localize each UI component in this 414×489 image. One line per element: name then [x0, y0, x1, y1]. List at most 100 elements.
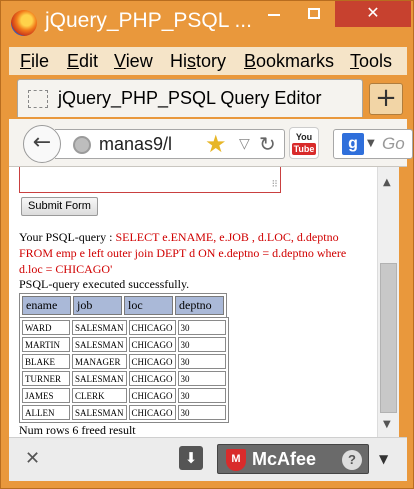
cell-ename: JAMES — [22, 388, 70, 403]
scroll-thumb[interactable] — [380, 263, 397, 413]
youtube-bottom-text: Tube — [292, 143, 316, 155]
search-bar[interactable]: g ▼ Go — [333, 129, 413, 159]
cell-job: CLERK — [72, 388, 127, 403]
num-rows-text: Num rows 6 freed result — [19, 423, 136, 437]
search-placeholder: Go — [382, 134, 405, 153]
url-text[interactable]: manas9/l — [99, 134, 172, 155]
table-row: ALLEN SALESMAN CHICAGO 30 — [22, 405, 226, 420]
cell-deptno: 30 — [177, 371, 226, 386]
header-loc: loc — [124, 296, 173, 315]
header-job: job — [73, 296, 122, 315]
cell-ename: ALLEN — [22, 405, 70, 420]
mcafee-label: McAfee — [252, 449, 317, 469]
cell-loc: CHICAGO — [128, 354, 176, 369]
mcafee-button[interactable]: M McAfee ? — [217, 444, 369, 474]
query-prefix: Your PSQL-query : — [19, 230, 116, 244]
table-row: WARD SALESMAN CHICAGO 30 — [22, 320, 226, 335]
menu-bookmarks[interactable]: Bookmarks — [244, 51, 334, 72]
cell-loc: CHICAGO — [128, 320, 176, 335]
query-textarea[interactable]: ⠿ — [19, 167, 281, 193]
addon-menu-arrow-icon[interactable]: ▼ — [379, 452, 388, 466]
addon-bar: ✕ ⬇ M McAfee ? ▼ — [9, 437, 407, 481]
bookmark-star-icon[interactable]: ★ — [205, 130, 227, 158]
menu-view[interactable]: View — [114, 51, 153, 72]
resize-grip-icon[interactable]: ⠿ — [271, 179, 278, 190]
cell-loc: CHICAGO — [128, 337, 176, 352]
help-icon[interactable]: ? — [342, 450, 362, 470]
menu-file-accel: F — [20, 51, 31, 71]
header-ename: ename — [22, 296, 71, 315]
submit-button[interactable]: Submit Form — [21, 197, 98, 216]
table-row: JAMES CLERK CHICAGO 30 — [22, 388, 226, 403]
cell-loc: CHICAGO — [128, 388, 176, 403]
google-icon[interactable]: g — [342, 133, 364, 155]
cell-job: SALESMAN — [72, 405, 127, 420]
url-bar[interactable]: manas9/l ★ ▽ ↻ — [55, 129, 285, 159]
back-arrow-icon: ← — [32, 130, 52, 155]
page-content: ⠿ Submit Form Your PSQL-query : SELECT e… — [9, 167, 377, 437]
reload-icon[interactable]: ↻ — [259, 132, 276, 156]
menu-tools-post: ools — [359, 51, 393, 71]
table-row: BLAKE MANAGER CHICAGO 30 — [22, 354, 226, 369]
vertical-scrollbar[interactable]: ▲ ▼ — [377, 167, 399, 437]
cell-job: SALESMAN — [72, 371, 127, 386]
close-addon-bar-icon[interactable]: ✕ — [25, 448, 40, 469]
exec-message: PSQL-query executed successfully. — [19, 277, 190, 291]
cell-deptno: 30 — [177, 320, 226, 335]
youtube-top-text: You — [295, 132, 313, 142]
menu-tools[interactable]: Tools — [350, 51, 392, 72]
menu-bookmarks-post: ookmarks — [256, 51, 335, 71]
cell-loc: CHICAGO — [128, 405, 176, 420]
menu-history-pre: Hi — [170, 51, 187, 71]
table-row: TURNER SALESMAN CHICAGO 30 — [22, 371, 226, 386]
search-engine-dropdown-icon[interactable]: ▼ — [367, 138, 375, 149]
tab-query-editor[interactable]: jQuery_PHP_PSQL Query Editor — [17, 79, 363, 117]
header-deptno: deptno — [175, 296, 224, 315]
globe-icon — [73, 136, 91, 154]
page-icon — [28, 90, 48, 108]
menu-file[interactable]: File — [20, 51, 49, 72]
browser-window: jQuery_PHP_PSQL ... ✕ File Edit View His… — [0, 0, 414, 489]
cell-ename: BLAKE — [22, 354, 70, 369]
tab-strip: jQuery_PHP_PSQL Query Editor + — [9, 75, 407, 119]
menu-edit[interactable]: Edit — [67, 51, 98, 72]
minimize-icon — [268, 14, 280, 16]
close-icon: ✕ — [366, 3, 380, 22]
cell-deptno: 30 — [177, 337, 226, 352]
table-row: MARTIN SALESMAN CHICAGO 30 — [22, 337, 226, 352]
cell-deptno: 30 — [177, 388, 226, 403]
cell-job: SALESMAN — [72, 337, 127, 352]
menu-history-post: tory — [196, 51, 227, 71]
window-title: jQuery_PHP_PSQL ... — [45, 9, 252, 32]
cell-deptno: 30 — [177, 405, 226, 420]
firefox-logo-icon — [11, 10, 37, 36]
new-tab-button[interactable]: + — [369, 83, 403, 115]
scroll-down-icon[interactable]: ▼ — [383, 419, 391, 430]
cell-ename: TURNER — [22, 371, 70, 386]
menu-edit-post: dit — [79, 51, 99, 71]
maximize-button[interactable] — [296, 1, 332, 27]
cell-job: SALESMAN — [72, 320, 127, 335]
menu-view-post: iew — [125, 51, 153, 71]
back-button[interactable]: ← — [23, 125, 61, 163]
minimize-button[interactable] — [256, 1, 292, 27]
header-row: ename job loc deptno — [22, 296, 224, 315]
scroll-up-icon[interactable]: ▲ — [383, 177, 391, 188]
maximize-icon — [308, 8, 320, 19]
cell-ename: WARD — [22, 320, 70, 335]
cell-job: MANAGER — [72, 354, 127, 369]
menu-file-post: ile — [31, 51, 50, 71]
menu-view-accel: V — [114, 51, 126, 71]
menu-history-accel: s — [187, 51, 196, 71]
menu-edit-accel: E — [67, 51, 80, 71]
menu-tools-accel: T — [350, 51, 359, 71]
navigation-bar: manas9/l ★ ▽ ↻ ← You Tube g ▼ Go — [9, 119, 413, 167]
menu-history[interactable]: History — [170, 51, 226, 72]
close-window-button[interactable]: ✕ — [335, 1, 411, 27]
youtube-icon[interactable]: You Tube — [289, 127, 319, 159]
download-icon[interactable]: ⬇ — [179, 446, 203, 470]
menu-bar: File Edit View History Bookmarks Tools — [9, 47, 407, 75]
query-echo: Your PSQL-query : SELECT e.ENAME, e.JOB … — [19, 229, 369, 277]
url-dropdown-icon[interactable]: ▽ — [239, 136, 250, 152]
result-data-table: WARD SALESMAN CHICAGO 30 MARTIN SALESMAN… — [19, 317, 229, 423]
